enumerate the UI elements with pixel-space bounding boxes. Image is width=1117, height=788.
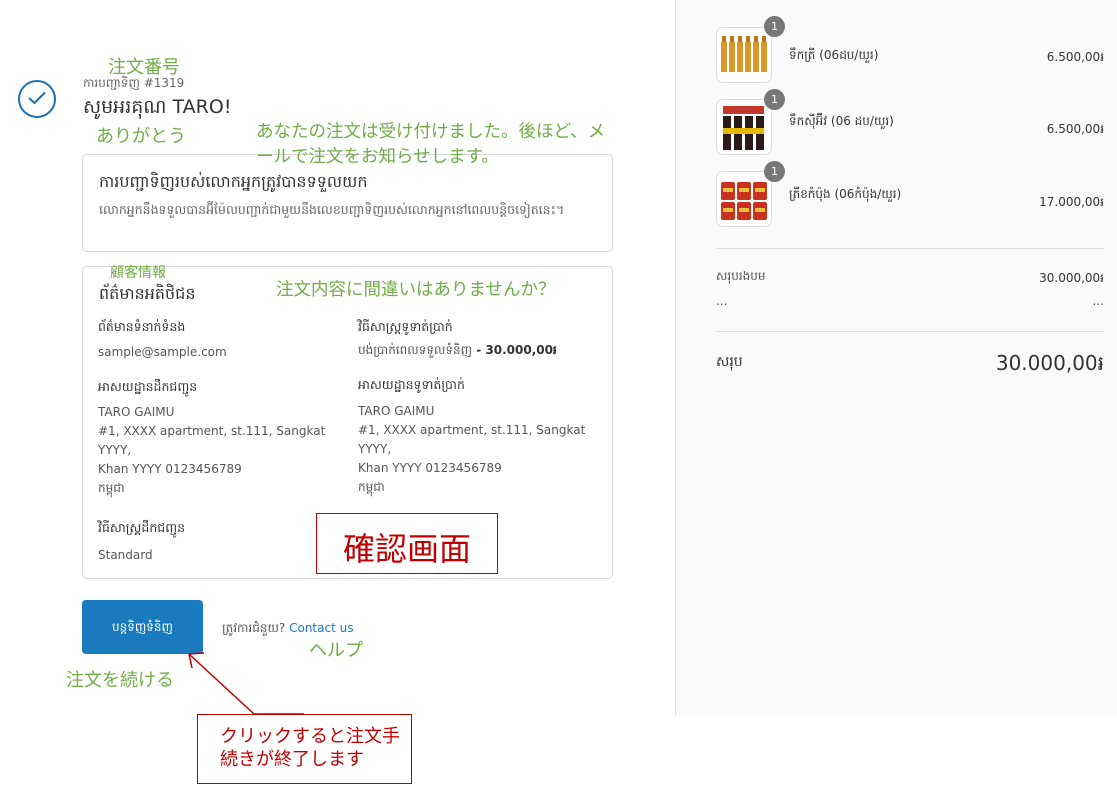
shipping-value: ... xyxy=(1092,294,1104,308)
shipping-address-heading: អាសយដ្ឋានដឹកជញ្ជូន xyxy=(98,379,198,394)
annotation-customer-info: 顧客情報 xyxy=(110,265,166,281)
order-confirmed-title: ការបញ្ជាទិញរបស់លោកអ្នកត្រូវបានទទួលយក xyxy=(99,172,368,191)
annotation-order-number: 注文番号 xyxy=(108,57,180,78)
shipping-method-value: Standard xyxy=(98,548,153,562)
quantity-badge: 1 xyxy=(764,89,785,110)
cart-item-price: 17.000,00៛ xyxy=(1039,195,1104,209)
annotation-order-accepted: あなたの注文は受け付けました。後ほど、メールで注文をお知らせします。 xyxy=(256,122,606,167)
shipping-method-heading: វិធីសាស្ត្រដឹកជញ្ជូន xyxy=(98,520,186,535)
annotation-confirm-screen: 確認画面 xyxy=(316,513,498,574)
contact-us-link[interactable]: Contact us xyxy=(289,621,353,635)
total-value: 30.000,00៛ xyxy=(995,351,1104,375)
quantity-badge: 1 xyxy=(764,16,785,37)
annotation-click-note: クリックすると注文手続きが終了します xyxy=(197,714,412,784)
billing-address-heading: អាសយដ្ឋានទូទាត់ប្រាក់ xyxy=(358,377,465,392)
callout-arrow xyxy=(188,652,304,715)
customer-info-title: ព័ត៌មានអតិថិជន xyxy=(99,284,196,303)
cart-item-name: ទឹកស៊ីអ៊ីវ (06 ដប/យួរ) xyxy=(789,114,894,128)
annotation-continue: 注文を続ける xyxy=(66,670,174,691)
total-label: សរុប xyxy=(716,354,743,370)
product-thumbnail-fish-sauce xyxy=(716,27,772,83)
product-thumbnail-canned-fish xyxy=(716,171,772,227)
contact-email: sample@sample.com xyxy=(98,345,227,359)
divider xyxy=(716,331,1104,332)
cart-item-name: ទឹកត្រី (06ដប/យួរ) xyxy=(789,48,879,62)
annotation-thank-you: ありがとう xyxy=(96,126,186,147)
continue-shopping-button[interactable]: បន្តទិញទំនិញ xyxy=(82,600,203,654)
quantity-badge: 1 xyxy=(764,161,785,182)
subtotal-label: សរុបរងបម xyxy=(716,269,766,283)
annotation-check-order: 注文内容に間違いはありませんか？ xyxy=(276,280,556,300)
order-confirmed-text: លោកអ្នកនឹងទទួលបានអ៊ីម៉ែលបញ្ជាក់ជាមួយនឹងល… xyxy=(99,202,565,217)
payment-method-value: បង់ប្រាក់ពេលទទួលទំនិញ - 30.000,00៛ xyxy=(358,343,557,357)
payment-method-heading: វិធីសាស្ត្រទូទាត់ប្រាក់ xyxy=(358,319,453,334)
billing-address: TARO GAIMU #1, XXXX apartment, st.111, S… xyxy=(358,404,586,494)
divider xyxy=(716,248,1104,249)
thank-you-heading: សូមអរគុណ TARO! xyxy=(83,96,232,118)
check-circle-icon xyxy=(18,80,56,118)
cart-item-price: 6.500,00៛ xyxy=(1046,122,1104,136)
product-thumbnail-soy-sauce xyxy=(716,99,772,155)
contact-heading: ព័ត៌មានទំនាក់ទំនង xyxy=(98,319,186,334)
shipping-label: ... xyxy=(716,294,728,308)
shipping-address: TARO GAIMU #1, XXXX apartment, st.111, S… xyxy=(98,405,326,495)
cart-item-name: ត្រីខកំប៉ុង (06កំប៉ុង/យួរ) xyxy=(789,187,902,201)
subtotal-value: 30.000,00៛ xyxy=(1039,271,1104,285)
cart-item-price: 6.500,00៛ xyxy=(1046,50,1104,64)
